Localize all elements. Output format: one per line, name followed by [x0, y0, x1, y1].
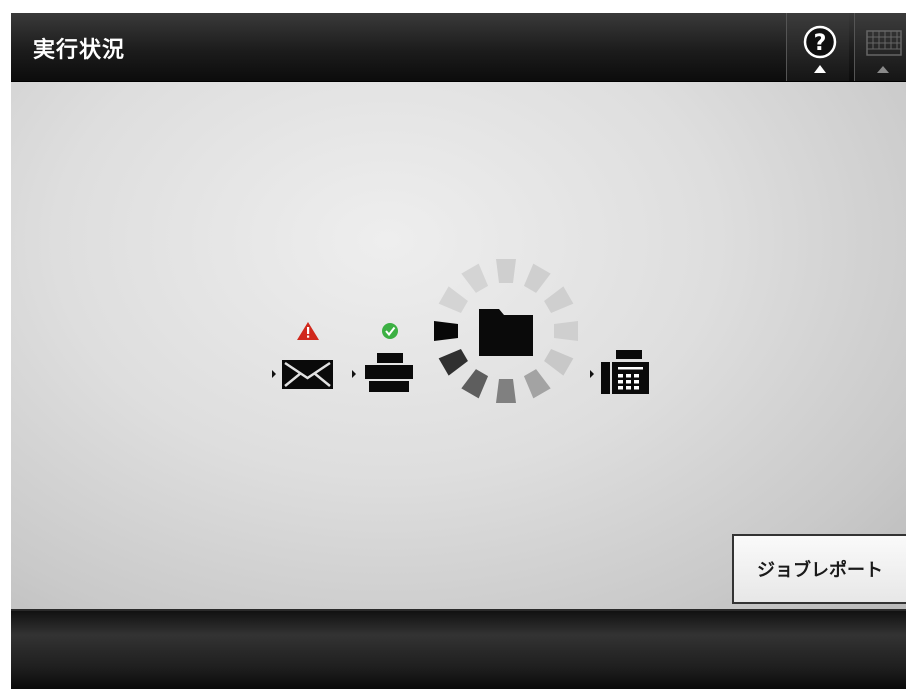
arrow-right-icon: [352, 370, 356, 378]
fax-icon: [601, 350, 649, 394]
help-button[interactable]: ?: [786, 13, 849, 81]
job-report-button[interactable]: ジョブレポート: [732, 534, 906, 604]
help-question-icon: ?: [803, 25, 837, 73]
folder-icon: [479, 309, 533, 356]
svg-text:?: ?: [814, 31, 827, 56]
arrow-right-icon: [590, 370, 594, 378]
keyboard-icon: [866, 30, 902, 73]
keyboard-button[interactable]: [854, 13, 906, 81]
checkmark-icon: [382, 323, 398, 339]
footer-bar: [11, 609, 906, 689]
fax-destination: [590, 350, 649, 394]
page-title: 実行状況: [33, 38, 126, 63]
email-destination: [272, 322, 333, 389]
arrow-right-icon: [272, 370, 276, 378]
warning-icon: [297, 322, 319, 340]
main-area: [11, 82, 906, 609]
folder-destination: [434, 259, 578, 403]
email-icon: [282, 360, 333, 389]
header-bar: 実行状況 ?: [11, 13, 906, 82]
screen: 実行状況 ? ジョブレポート: [11, 13, 906, 689]
printer-icon: [365, 353, 413, 392]
printer-destination: [352, 323, 413, 392]
